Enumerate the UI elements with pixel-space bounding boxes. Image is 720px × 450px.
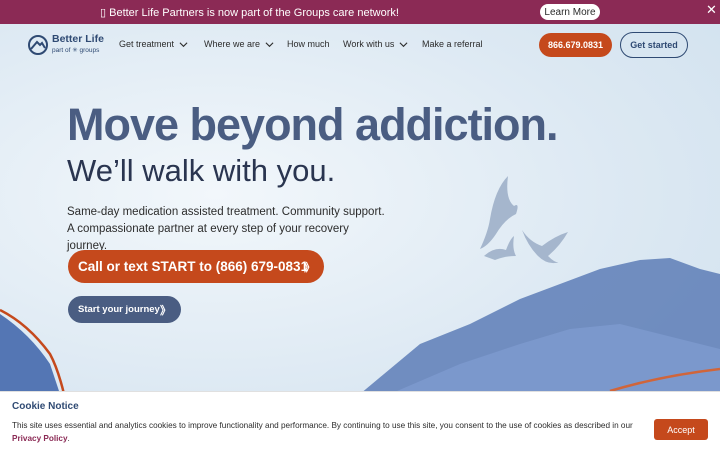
cookie-title: Cookie Notice	[12, 401, 79, 412]
start-your-journey-button[interactable]: Start your journey 》	[68, 296, 181, 323]
logo-name: Better Life	[52, 33, 104, 45]
get-started-button[interactable]: Get started	[620, 32, 688, 58]
nav-work-with-us[interactable]: Work with us	[343, 39, 408, 49]
chevron-down-icon	[265, 41, 274, 47]
nav-how-much[interactable]: How much	[287, 39, 330, 49]
mountain-logo-icon	[28, 35, 48, 55]
call-or-text-button[interactable]: Call or text START to (866) 679-0831 》	[68, 250, 324, 283]
double-chevron-right-icon: 》	[304, 261, 315, 274]
better-life-logo[interactable]: Better Life part of ✳ groups	[28, 33, 104, 55]
bird-illustration	[480, 176, 568, 264]
privacy-policy-link[interactable]: Privacy Policy	[12, 434, 68, 443]
cookie-notice: Cookie Notice This site uses essential a…	[0, 391, 720, 450]
nav-make-a-referral[interactable]: Make a referral	[422, 39, 483, 49]
logo-subtitle: part of ✳ groups	[52, 47, 100, 54]
hero-description: Same-day medication assisted treatment. …	[67, 206, 385, 252]
accept-cookies-button[interactable]: Accept	[654, 419, 708, 440]
announcement-bar: ▯ Better Life Partners is now part of th…	[0, 0, 720, 24]
double-chevron-right-icon: 》	[160, 304, 171, 317]
cookie-text: This site uses essential and analytics c…	[12, 421, 633, 443]
close-icon[interactable]: ✕	[706, 3, 717, 16]
hero-subheadline: We’ll walk with you.	[67, 153, 336, 188]
learn-more-button[interactable]: Learn More	[540, 4, 600, 20]
phone-button[interactable]: 866.679.0831	[539, 33, 612, 57]
hero-headline: Move beyond addiction.	[67, 99, 559, 150]
announcement-text: ▯ Better Life Partners is now part of th…	[100, 7, 399, 19]
nav-get-treatment[interactable]: Get treatment	[119, 39, 188, 49]
chevron-down-icon	[399, 41, 408, 47]
nav-where-we-are[interactable]: Where we are	[204, 39, 274, 49]
chevron-down-icon	[179, 41, 188, 47]
